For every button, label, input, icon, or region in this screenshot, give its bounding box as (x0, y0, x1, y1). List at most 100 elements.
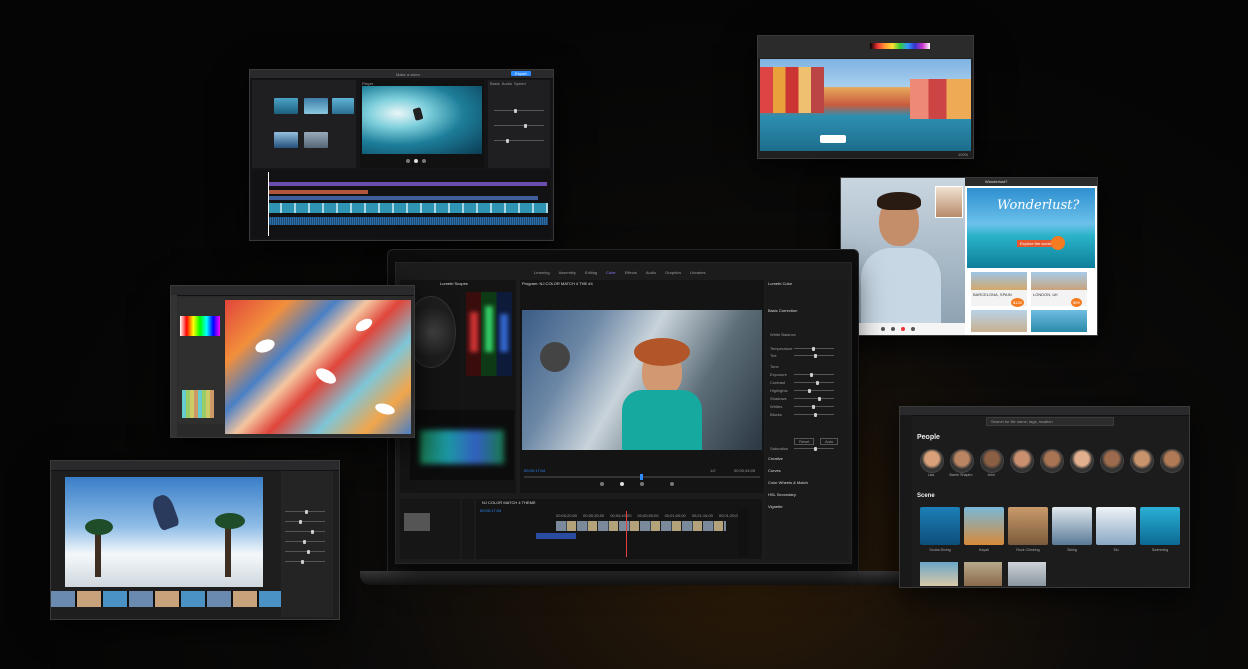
ruler-tick: 00;00;50;00 (637, 513, 659, 518)
fit-dropdown[interactable]: 1/2 (710, 468, 716, 473)
workspace-bar: Learning Assembly Editing Color Effects … (396, 268, 851, 278)
workspace-libraries[interactable]: Libraries (690, 270, 705, 275)
playhead[interactable] (268, 172, 269, 236)
adjust-slider[interactable] (285, 559, 325, 564)
step-back-icon[interactable] (600, 482, 604, 486)
section-vignette[interactable]: Vignette (768, 504, 783, 509)
color-palette[interactable] (870, 43, 930, 49)
photo-editor-window (50, 460, 340, 620)
ps-canvas[interactable] (225, 300, 411, 434)
scene-thumb[interactable] (1096, 507, 1136, 545)
step-forward-icon[interactable] (640, 482, 644, 486)
timeline-timecode[interactable]: 00;00;17;04 (480, 508, 501, 513)
workspace-effects[interactable]: Effects (625, 270, 637, 275)
browser-tab-title[interactable]: Wonderlust? (985, 179, 1007, 184)
section-creative[interactable]: Creative (768, 456, 783, 461)
contrast-slider[interactable] (794, 380, 834, 385)
section-basic-correction[interactable]: Basic Correction (768, 308, 797, 313)
person-avatar[interactable] (920, 449, 944, 473)
swatches-grid[interactable] (182, 390, 214, 418)
person-avatar[interactable] (950, 449, 974, 473)
person-avatar[interactable] (1010, 449, 1034, 473)
adjust-slider[interactable] (285, 519, 325, 524)
exposure-slider[interactable] (794, 372, 834, 377)
section-color-wheels[interactable]: Color Wheels & Match (768, 480, 808, 485)
scene-thumb[interactable] (1008, 507, 1048, 545)
timeline-tab[interactable]: NJ COLOR MATCH 4 THEME (482, 500, 536, 505)
scene-thumb[interactable] (1008, 562, 1046, 586)
saturation-slider[interactable] (794, 446, 834, 451)
shadows-slider[interactable] (794, 396, 834, 401)
media-thumb[interactable] (274, 132, 298, 148)
scene-thumb[interactable] (920, 507, 960, 545)
camera-icon[interactable] (891, 327, 895, 331)
section-curves[interactable]: Curves (768, 468, 781, 473)
workspace-learning[interactable]: Learning (534, 270, 550, 275)
video-call-window: Wonderlust? Wonderlust? Explore the worl… (840, 177, 1098, 336)
tab-basic[interactable]: Basic (490, 81, 500, 86)
video-clips-track[interactable] (556, 521, 726, 531)
person-avatar[interactable] (1130, 449, 1154, 473)
editor-timeline[interactable] (252, 170, 551, 238)
tint-slider[interactable] (794, 353, 834, 358)
person-avatar[interactable] (1100, 449, 1124, 473)
paint-toolbar (758, 36, 973, 58)
workspace-assembly[interactable]: Assembly (559, 270, 576, 275)
workspace-graphics[interactable]: Graphics (665, 270, 681, 275)
sequence-playhead[interactable] (626, 511, 627, 557)
person-avatar[interactable] (1160, 449, 1184, 473)
section-hsl-secondary[interactable]: HSL Secondary (768, 492, 796, 497)
scene-thumb[interactable] (920, 562, 958, 586)
tab-speed[interactable]: Speed (514, 81, 526, 86)
media-thumb[interactable] (304, 132, 328, 148)
color-picker[interactable] (180, 316, 220, 336)
whites-slider[interactable] (794, 404, 834, 409)
play-icon[interactable] (620, 482, 624, 486)
auto-button[interactable]: Auto (820, 438, 839, 445)
audio-meter (738, 509, 748, 557)
laptop-base (360, 571, 920, 585)
waveform-scope (410, 410, 514, 480)
paint-canvas[interactable] (760, 59, 971, 151)
adjust-slider[interactable] (285, 529, 325, 534)
tab-audio[interactable]: Audio (502, 81, 512, 86)
highlights-slider[interactable] (794, 388, 834, 393)
scene-thumb[interactable] (964, 507, 1004, 545)
video-track[interactable] (268, 203, 548, 213)
scene-thumb[interactable] (1052, 507, 1092, 545)
destination-card[interactable]: LONDON, UK $99 (1031, 272, 1087, 307)
paint-status: 100% (958, 152, 969, 157)
hangup-icon[interactable] (901, 327, 905, 331)
scene-thumb[interactable] (1140, 507, 1180, 545)
filmstrip[interactable] (51, 591, 281, 607)
person-avatar[interactable] (1070, 449, 1094, 473)
adjust-slider[interactable] (285, 539, 325, 544)
search-placeholder: Search for file name, tags, location (991, 419, 1053, 424)
scopes-tab[interactable]: Lumetri Scopes (440, 281, 468, 286)
blacks-slider[interactable] (794, 412, 834, 417)
person-avatar[interactable] (1040, 449, 1064, 473)
self-view[interactable] (935, 186, 963, 218)
export-button[interactable]: Export (511, 71, 531, 76)
gallery-search[interactable]: Search for file name, tags, location (986, 417, 1114, 426)
sequence-timeline[interactable]: NJ COLOR MATCH 4 THEME 00;00;17;04 00;00… (476, 499, 762, 559)
media-thumb[interactable] (274, 98, 298, 114)
reset-button[interactable]: Reset (794, 438, 815, 445)
timecode-left[interactable]: 00;00;17;04 (524, 468, 545, 473)
export-frame-icon[interactable] (670, 482, 674, 486)
param-tint: Tint (770, 353, 777, 358)
adjust-slider[interactable] (285, 509, 325, 514)
more-icon[interactable] (911, 327, 915, 331)
workspace-color[interactable]: Color (606, 270, 616, 275)
workspace-editing[interactable]: Editing (585, 270, 597, 275)
adjust-slider[interactable] (285, 549, 325, 554)
workspace-audio[interactable]: Audio (646, 270, 656, 275)
media-thumb[interactable] (304, 98, 328, 114)
media-thumb[interactable] (332, 98, 354, 114)
person-avatar[interactable] (980, 449, 1004, 473)
destination-card[interactable]: BARCELONA, SPAIN $120 (971, 272, 1027, 307)
mic-icon[interactable] (881, 327, 885, 331)
scene-thumb[interactable] (964, 562, 1002, 586)
scrubber[interactable] (524, 474, 760, 480)
temperature-slider[interactable] (794, 346, 834, 351)
